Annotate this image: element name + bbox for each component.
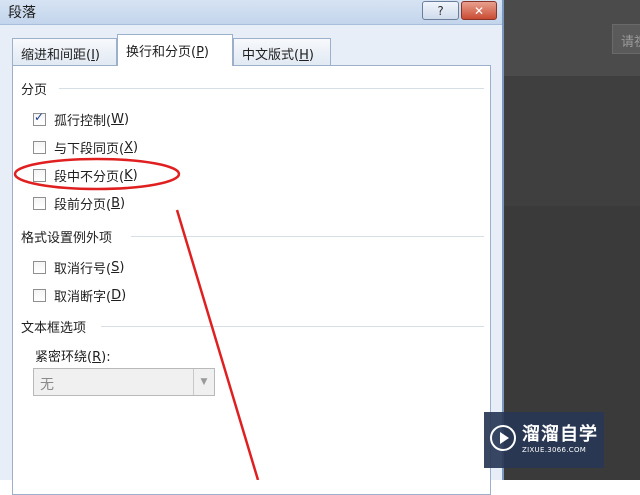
checkbox-box[interactable]	[33, 169, 46, 182]
tab-label: 缩进和间距(	[21, 48, 92, 63]
checkbox-box[interactable]	[33, 141, 46, 154]
checkbox-accelerator: X	[124, 140, 133, 155]
checkbox-accelerator: S	[111, 260, 120, 275]
checkbox-accelerator: W	[111, 112, 124, 127]
chevron-down-icon[interactable]: ▼	[193, 369, 214, 395]
app-ribbon: 请祝	[504, 0, 640, 76]
checkbox-label: 取消断字(	[54, 290, 112, 305]
tab-indents-spacing[interactable]: 缩进和间距(I)	[12, 38, 117, 65]
watermark-title: 溜溜自学	[522, 424, 598, 445]
checkbox-keep-lines-together[interactable]: 段中不分页(K)	[33, 166, 138, 185]
divider	[59, 88, 484, 89]
background-app: 请祝	[504, 0, 640, 480]
checkbox-keep-with-next[interactable]: 与下段同页(X)	[33, 138, 138, 157]
checkbox-box[interactable]	[33, 197, 46, 210]
section-formatting-exceptions: 格式设置例外项	[21, 227, 119, 246]
checkbox-widow-control[interactable]: 孤行控制(W)	[33, 110, 129, 129]
paragraph-dialog: 段落 ? ✕ 缩进和间距(I) 换行和分页(P) 中文版式(H) 分页 孤行控制…	[0, 0, 504, 495]
help-icon: ?	[437, 3, 444, 18]
tab-label-end: )	[94, 48, 100, 63]
close-icon: ✕	[473, 3, 485, 18]
checkbox-accelerator: B	[111, 196, 120, 211]
label-text: 紧密环绕(	[35, 350, 93, 365]
checkbox-label-end: )	[119, 260, 125, 275]
help-button[interactable]: ?	[422, 1, 459, 20]
checkbox-label-end: )	[120, 196, 126, 211]
dialog-titlebar[interactable]: 段落 ? ✕	[0, 0, 502, 25]
divider	[131, 236, 484, 237]
checkbox-page-break-before[interactable]: 段前分页(B)	[33, 194, 125, 213]
checkbox-label: 取消行号(	[54, 262, 112, 277]
checkbox-label-end: )	[123, 112, 130, 127]
checkbox-label: 与下段同页(	[54, 142, 125, 157]
checkbox-accelerator: D	[111, 288, 122, 303]
app-button[interactable]: 请祝	[612, 24, 640, 54]
checkbox-label: 段中不分页(	[54, 170, 125, 185]
checkbox-no-hyphenation[interactable]: 取消断字(D)	[33, 286, 126, 305]
tab-label-end: )	[203, 45, 209, 60]
checkbox-box[interactable]	[33, 261, 46, 274]
label-accelerator: R	[92, 350, 102, 365]
tab-accelerator: P	[196, 45, 204, 60]
play-logo-icon	[490, 425, 516, 451]
tight-wrap-label: 紧密环绕(R):	[35, 346, 111, 365]
dialog-title: 段落	[8, 5, 36, 21]
checkbox-label-end: )	[121, 288, 127, 303]
tab-accelerator: H	[299, 48, 309, 63]
watermark-subtitle: ZIXUE.3066.COM	[522, 446, 587, 454]
tight-wrap-value: 无	[40, 377, 54, 393]
tab-asian-typography[interactable]: 中文版式(H)	[233, 38, 331, 65]
checkbox-suppress-line-numbers[interactable]: 取消行号(S)	[33, 258, 124, 277]
tab-label: 中文版式(	[242, 48, 300, 63]
checkbox-label-end: )	[132, 168, 138, 183]
checkbox-accelerator: K	[124, 168, 133, 183]
tab-panel: 分页 孤行控制(W) 与下段同页(X) 段中不分页(K) 段前分页(B) 格式设…	[12, 65, 491, 495]
app-toolbar-band	[504, 76, 640, 206]
section-pagination: 分页	[21, 79, 54, 98]
watermark: 溜溜自学 ZIXUE.3066.COM	[484, 412, 604, 468]
tab-label-end: )	[308, 48, 314, 63]
close-button[interactable]: ✕	[461, 1, 497, 20]
checkbox-box[interactable]	[33, 289, 46, 302]
divider	[101, 326, 484, 327]
tab-line-page-breaks[interactable]: 换行和分页(P)	[117, 34, 233, 66]
checkbox-label: 段前分页(	[54, 198, 112, 213]
tight-wrap-select[interactable]: 无 ▼	[33, 368, 215, 396]
checkbox-label: 孤行控制(	[54, 114, 112, 129]
section-textbox-options: 文本框选项	[21, 317, 93, 336]
checkbox-box[interactable]	[33, 110, 46, 126]
checkbox-label-end: )	[132, 140, 139, 155]
label-text-end: ):	[101, 350, 111, 365]
tab-label: 换行和分页(	[126, 45, 197, 60]
